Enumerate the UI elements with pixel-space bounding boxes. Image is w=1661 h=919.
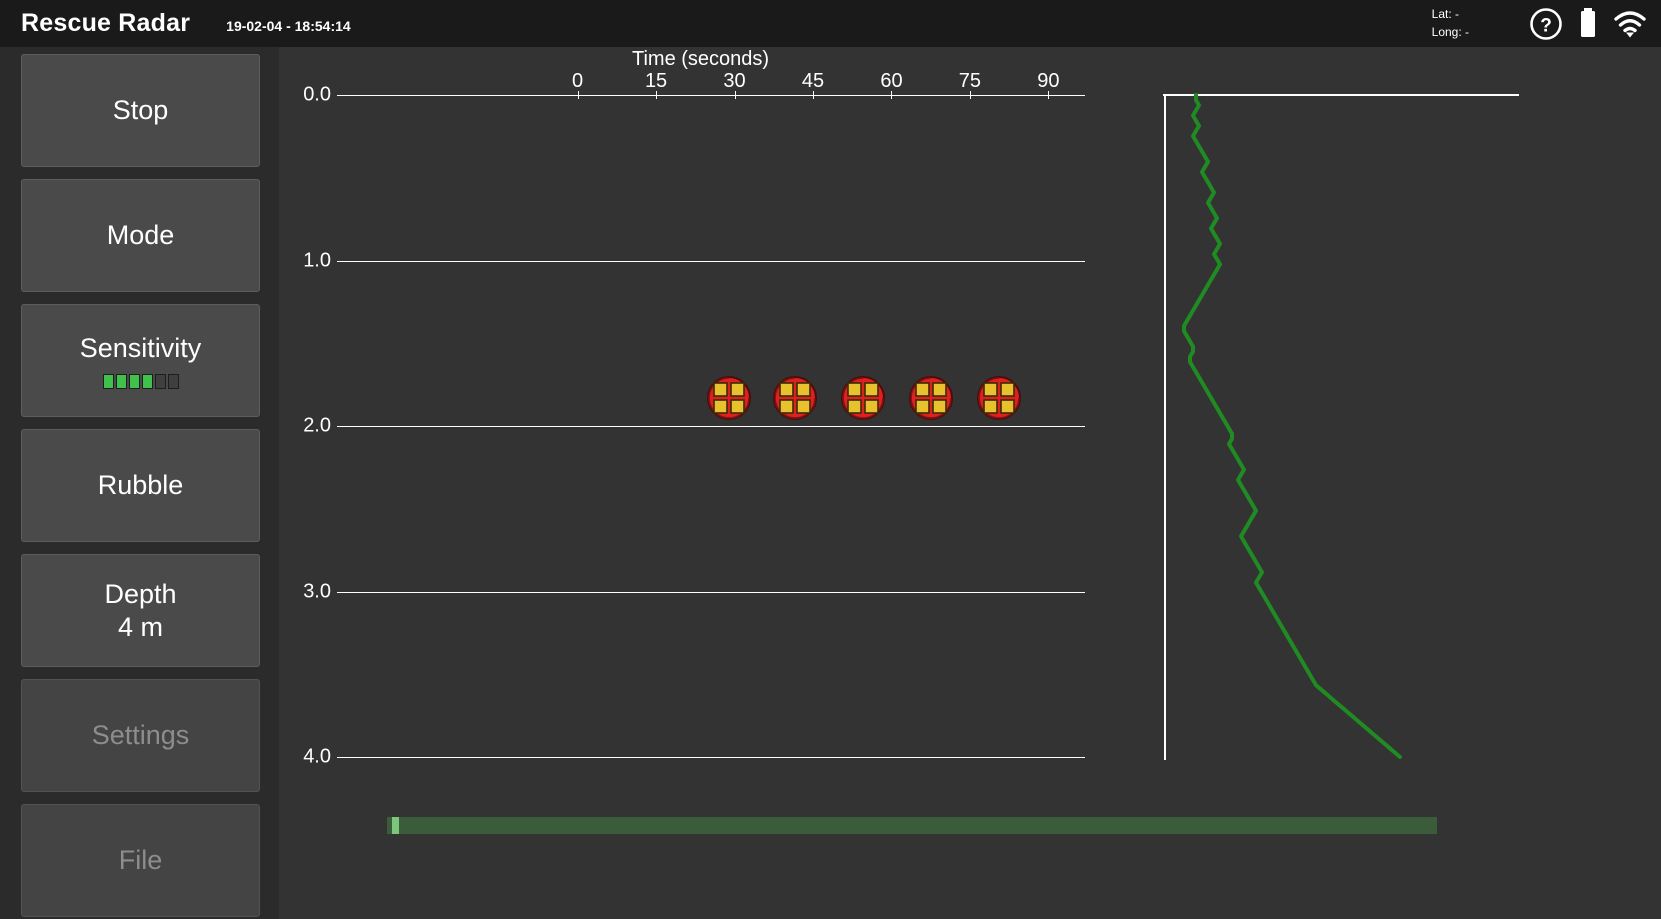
sidebar-button-value: 4 m — [117, 611, 163, 642]
time-axis-title: Time (seconds) — [632, 48, 770, 70]
time-tick-label: 30 — [723, 70, 746, 92]
wifi-icon — [1613, 7, 1647, 41]
target-marker[interactable] — [976, 375, 1022, 421]
sidebar-button-depth[interactable]: Depth 4 m — [21, 554, 260, 667]
sidebar-button-label: Mode — [106, 220, 175, 250]
depth-tick-label: 1.0 — [303, 249, 331, 271]
depth-tick-label: 4.0 — [303, 745, 331, 768]
sidebar-button-label: Sensitivity — [79, 332, 202, 363]
svg-text:?: ? — [1540, 15, 1552, 36]
battery-full-icon — [1577, 7, 1599, 41]
sidebar: Stop Mode Sensitivity Rubble Depth 4 m Setting… — [0, 47, 279, 919]
time-tick-label: 15 — [644, 70, 668, 92]
target-marker[interactable] — [772, 375, 818, 421]
depth-tick-label: 0.0 — [303, 83, 331, 106]
sidebar-button-mode[interactable]: Mode — [21, 179, 260, 292]
depth-tick-label: 3.0 — [303, 580, 331, 602]
sidebar-button-label: Depth — [104, 578, 177, 609]
sidebar-button-rubble[interactable]: Rubble — [21, 429, 260, 542]
sidebar-button-sensitivity[interactable]: Sensitivity — [21, 304, 260, 417]
sidebar-button-label: File — [118, 845, 163, 875]
sensitivity-segment — [115, 373, 127, 389]
sensitivity-segment — [102, 373, 114, 389]
depth-gridline — [337, 95, 1085, 96]
time-tick-label: 45 — [801, 70, 825, 92]
latitude-label: Lat: - — [1431, 7, 1459, 22]
depth-gridline — [337, 757, 1085, 758]
target-marker[interactable] — [840, 375, 886, 421]
sensitivity-segment — [128, 373, 140, 389]
target-marker[interactable] — [706, 375, 752, 421]
time-tick-label: 90 — [1037, 70, 1060, 92]
sidebar-button-settings: Settings — [21, 679, 260, 792]
depth-tick-label: 2.0 — [303, 414, 331, 437]
scan-view: Time (seconds) 0 15 30 45 60 75 90 0.0 1.0 2.0 3.… — [279, 47, 1661, 919]
app-title: Rescue Radar — [21, 9, 191, 37]
sidebar-button-stop[interactable]: Stop — [21, 54, 260, 167]
sensitivity-segment — [167, 373, 179, 389]
sidebar-button-file: File — [21, 804, 260, 917]
time-tick-label: 0 — [572, 70, 584, 92]
depth-gridline — [337, 426, 1085, 427]
depth-gridline — [337, 260, 1085, 262]
sensitivity-segment — [141, 373, 153, 389]
help-icon[interactable]: ? — [1529, 7, 1563, 41]
target-marker[interactable] — [908, 375, 954, 421]
waveform-trace — [1182, 93, 1402, 759]
sensitivity-meter — [102, 373, 179, 389]
time-tick-label: 75 — [958, 70, 982, 92]
status-area: Lat: - Long: - ? — [1432, 0, 1647, 47]
sidebar-button-label: Stop — [112, 95, 169, 125]
app-header: Rescue Radar 19-02-04 - 18:54:14 Lat: - … — [0, 0, 1661, 47]
timestamp: 19-02-04 - 18:54:14 — [226, 17, 351, 34]
longitude-label: Long: - — [1431, 24, 1469, 39]
scrub-handle[interactable] — [392, 817, 400, 834]
depth-gridline — [337, 591, 1085, 593]
gps-coordinates: Lat: - Long: - — [1432, 6, 1469, 41]
timeline-scrub-bar[interactable] — [387, 817, 1437, 834]
sensitivity-segment — [154, 373, 166, 389]
time-tick-label: 60 — [880, 70, 903, 92]
waveform-panel — [1159, 89, 1519, 760]
sidebar-button-label: Settings — [91, 720, 190, 750]
sidebar-button-label: Rubble — [97, 470, 184, 500]
